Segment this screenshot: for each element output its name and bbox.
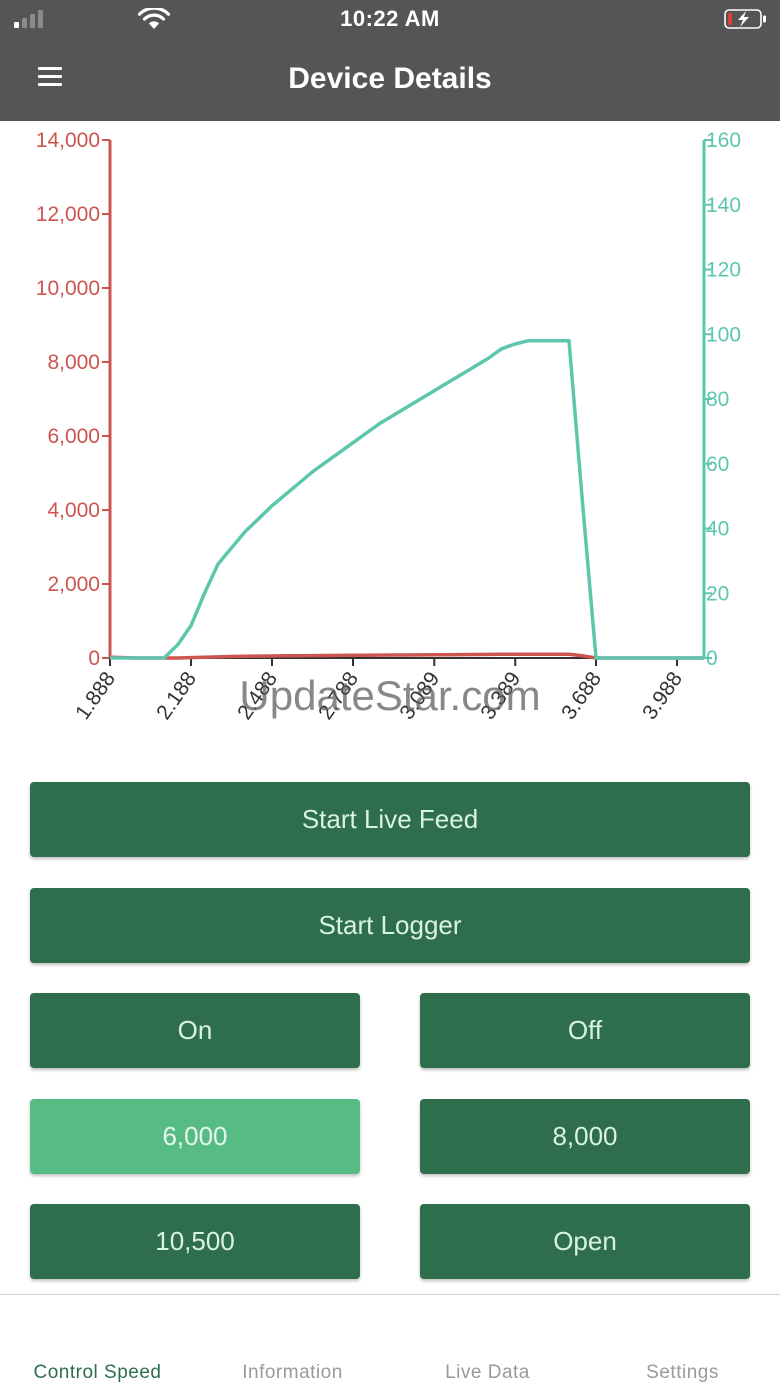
left-axis-tick-label: 6,000 <box>47 425 100 448</box>
battery-charging-icon <box>724 9 766 29</box>
right-axis-tick-label: 140 <box>706 194 741 217</box>
speed-10500-button[interactable]: 10,500 <box>30 1204 360 1279</box>
on-button[interactable]: On <box>30 993 360 1068</box>
tab-bar: Control Speed Information Live Data Sett… <box>0 1294 780 1387</box>
off-button[interactable]: Off <box>420 993 750 1068</box>
right-axis-tick-label: 20 <box>706 582 729 605</box>
left-axis-tick-label: 4,000 <box>47 499 100 522</box>
x-axis-tick-label: 2.188 <box>152 668 201 724</box>
dual-axis-line-chart: 0 2,000 4,000 6,000 8,000 10,000 12,000 14,000 0… <box>0 121 780 761</box>
status-bar: 10:22 AM <box>0 0 780 40</box>
left-axis-tick-label: 12,000 <box>36 203 100 226</box>
right-axis-series-line <box>110 338 704 660</box>
right-axis-tick-label: 120 <box>706 259 741 282</box>
right-axis-tick-label: 160 <box>706 129 741 152</box>
x-axis-tick-label: 3.089 <box>395 668 444 724</box>
x-axis-tick-label: 2.788 <box>314 668 363 724</box>
right-axis-tick-label: 60 <box>706 453 729 476</box>
tab-information[interactable]: Information <box>195 1362 390 1384</box>
tab-live-data[interactable]: Live Data <box>390 1362 585 1384</box>
x-axis-tick-label: 3.688 <box>557 668 606 724</box>
start-logger-button[interactable]: Start Logger <box>30 888 750 963</box>
open-button[interactable]: Open <box>420 1204 750 1279</box>
x-axis-tick-label: 3.988 <box>638 668 687 724</box>
tab-control-speed[interactable]: Control Speed <box>0 1362 195 1384</box>
right-axis-tick-label: 100 <box>706 323 741 346</box>
right-axis-tick-label: 80 <box>706 388 729 411</box>
left-axis-tick-label: 0 <box>88 647 100 670</box>
left-axis-tick-label: 14,000 <box>36 129 100 152</box>
start-live-feed-button[interactable]: Start Live Feed <box>30 782 750 857</box>
left-axis-tick-label: 2,000 <box>47 573 100 596</box>
left-axis-tick-label: 8,000 <box>47 351 100 374</box>
x-axis-tick-label: 2.488 <box>233 668 282 724</box>
tab-settings[interactable]: Settings <box>585 1362 780 1384</box>
navigation-bar: Device Details <box>0 40 780 121</box>
x-axis-tick-label: 3.389 <box>476 668 525 724</box>
right-axis-tick-label: 40 <box>706 518 729 541</box>
x-axis-tick-label: 1.888 <box>71 668 120 724</box>
chart-canvas: 0 2,000 4,000 6,000 8,000 10,000 12,000 14,000 0… <box>36 129 741 724</box>
right-axis-tick-label: 0 <box>706 647 718 670</box>
speed-8000-button[interactable]: 8,000 <box>420 1099 750 1174</box>
left-axis-tick-label: 10,000 <box>36 277 100 300</box>
status-time: 10:22 AM <box>340 6 440 31</box>
speed-6000-button[interactable]: 6,000 <box>30 1099 360 1174</box>
page-title: Device Details <box>288 62 492 95</box>
